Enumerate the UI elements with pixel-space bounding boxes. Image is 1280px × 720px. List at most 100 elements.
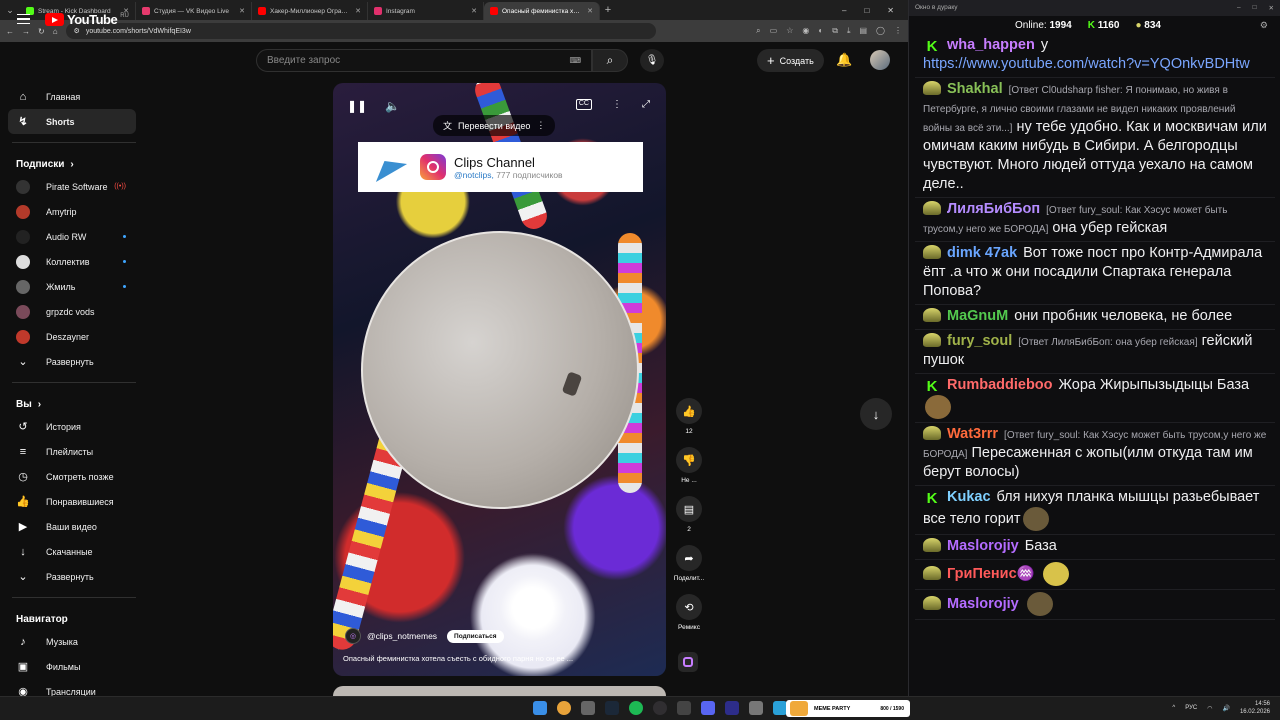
extension-icon[interactable]: ◐: [818, 26, 823, 36]
chat-username[interactable]: Rumbaddieboo: [947, 377, 1053, 393]
app-icon[interactable]: [677, 701, 691, 715]
remix-button[interactable]: ⟲: [676, 594, 702, 620]
spotify-icon[interactable]: [629, 701, 643, 715]
like-button[interactable]: 👍: [676, 398, 702, 424]
sidebar-item-главная[interactable]: ⌂ Главная: [0, 84, 140, 109]
clock[interactable]: 14:56 16.02.2026: [1240, 700, 1270, 716]
home-button-icon[interactable]: ⌂: [53, 27, 58, 36]
subscriptions-heading[interactable]: Подписки ›: [0, 149, 148, 174]
player-icon[interactable]: [725, 701, 739, 715]
captions-icon[interactable]: CC: [575, 99, 592, 110]
subscription-item[interactable]: Жмиль: [0, 274, 140, 299]
video-title[interactable]: Опасный феминистка хотела съесть с обидн…: [343, 654, 643, 663]
you-item[interactable]: ↓ Скачанные: [0, 539, 140, 564]
start-icon[interactable]: [533, 701, 547, 715]
keyboard-icon[interactable]: ⌨: [569, 56, 581, 65]
notifications-bell-icon[interactable]: 🔔: [836, 52, 852, 68]
close-icon[interactable]: ✕: [1269, 4, 1274, 12]
more-vert-icon[interactable]: ⋮: [536, 120, 545, 131]
chat-username[interactable]: ГриПенис♒: [947, 566, 1035, 582]
subscription-item[interactable]: Audio RW: [0, 224, 140, 249]
download-icon[interactable]: ⤓: [847, 26, 851, 36]
dislike-button[interactable]: 👎: [676, 447, 702, 473]
chat-settings-icon[interactable]: ⚙: [1260, 20, 1268, 31]
browser-tab[interactable]: Студия — VK Видео Live ✕: [136, 2, 252, 20]
chat-username[interactable]: MaGnuM: [947, 308, 1008, 324]
next-short-button[interactable]: ↓: [860, 398, 892, 430]
sidebar-icon[interactable]: ▤: [859, 26, 867, 36]
voice-search-button[interactable]: 🎙: [640, 49, 664, 72]
you-item[interactable]: ≡ Плейлисты: [0, 439, 140, 464]
subscription-item[interactable]: Amytrip: [0, 199, 140, 224]
chat-username[interactable]: ЛиляБибБоп: [947, 201, 1040, 217]
browser-tab[interactable]: Опасный феминистка хотел...✕: [484, 2, 600, 20]
chat-username[interactable]: wha_happen: [947, 37, 1035, 53]
you-item[interactable]: ↺ История: [0, 414, 140, 439]
new-tab-button[interactable]: +: [600, 4, 616, 16]
menu-icon[interactable]: ⋮: [894, 26, 902, 36]
fullscreen-icon[interactable]: ⤢: [642, 99, 650, 110]
extension-icon[interactable]: ◉: [802, 26, 809, 36]
search-input[interactable]: Введите запрос ⌨: [256, 49, 592, 72]
create-button[interactable]: + Создать: [757, 49, 824, 72]
chat-username[interactable]: dimk 47ak: [947, 245, 1017, 261]
chat-username[interactable]: Maslorojiy: [947, 538, 1019, 554]
minimize-icon[interactable]: –: [1237, 4, 1241, 12]
expand-you-button[interactable]: ⌄ Развернуть: [0, 564, 140, 589]
chat-username[interactable]: Shakhal: [947, 81, 1003, 97]
obs-icon[interactable]: [653, 701, 667, 715]
bookmark-star-icon[interactable]: ☆: [786, 26, 793, 36]
network-icon[interactable]: ◠: [1207, 705, 1212, 712]
discord-icon[interactable]: [701, 701, 715, 715]
more-options-icon[interactable]: ⋮: [612, 99, 622, 110]
volume-icon[interactable]: 🔈: [385, 99, 400, 113]
site-info-icon[interactable]: ⚙: [74, 27, 80, 35]
volume-tray-icon[interactable]: 🔊: [1222, 705, 1229, 712]
maximize-icon[interactable]: □: [864, 6, 869, 15]
tab-close-icon[interactable]: ✕: [471, 7, 477, 15]
navigator-item[interactable]: ◉ Трансляции: [0, 679, 140, 696]
channel-avatar[interactable]: ◎: [345, 628, 361, 644]
you-item[interactable]: 👍 Понравившиеся: [0, 489, 140, 514]
profile-icon[interactable]: ◯: [876, 26, 885, 36]
expand-subscriptions-button[interactable]: ⌄ Развернуть: [0, 349, 140, 374]
chat-link[interactable]: https://www.youtube.com/watch?v=YQOnkvBD…: [923, 56, 1250, 72]
forward-icon[interactable]: →: [22, 27, 30, 36]
app-icon[interactable]: [749, 701, 763, 715]
extensions-puzzle-icon[interactable]: ⧉: [832, 26, 838, 36]
chrome-icon[interactable]: [557, 701, 571, 715]
browser-tab[interactable]: Instagram ✕: [368, 2, 484, 20]
pause-icon[interactable]: ❚❚: [347, 99, 367, 113]
shorts-video-player[interactable]: ❚❚ 🔈 CC ⋮ ⤢ 文 Перевести видео ⋮ Clips Ch…: [333, 83, 666, 676]
translate-video-button[interactable]: 文 Перевести видео ⋮: [433, 115, 556, 136]
hamburger-menu-icon[interactable]: [17, 14, 30, 24]
chat-username[interactable]: Wat3rrr: [947, 426, 998, 442]
chat-username[interactable]: fury_soul: [947, 333, 1012, 349]
chat-username[interactable]: Kukac: [947, 489, 991, 505]
youtube-logo[interactable]: YouTube RU: [45, 12, 129, 27]
channel-name[interactable]: @clips_notmemes: [367, 631, 437, 641]
tray-chevron-icon[interactable]: ^: [1172, 705, 1175, 711]
search-button[interactable]: ⌕: [592, 49, 628, 72]
reload-icon[interactable]: ↻: [38, 27, 45, 36]
avatar[interactable]: [870, 50, 890, 70]
explorer-icon[interactable]: [581, 701, 595, 715]
navigator-item[interactable]: ▣ Фильмы: [0, 654, 140, 679]
browser-tab[interactable]: Хакер-Миллионер Ограбил Г...✕: [252, 2, 368, 20]
you-heading[interactable]: Вы ›: [0, 389, 148, 414]
subscription-item[interactable]: Pirate Software ((•)): [0, 174, 140, 199]
cast-icon[interactable]: ▭: [770, 26, 778, 36]
back-icon[interactable]: ←: [6, 27, 14, 36]
tab-close-icon[interactable]: ✕: [239, 7, 245, 15]
zoom-icon[interactable]: ⌕: [756, 26, 760, 36]
you-item[interactable]: ◷ Смотреть позже: [0, 464, 140, 489]
subscription-item[interactable]: Коллектив: [0, 249, 140, 274]
close-icon[interactable]: ✕: [887, 6, 894, 15]
language-indicator[interactable]: РУС: [1185, 705, 1197, 711]
telegram-taskbar-icon[interactable]: [773, 701, 787, 715]
meme-party-widget[interactable]: MEME PARTY 800 / 1590: [786, 700, 910, 717]
url-field[interactable]: ⚙ youtube.com/shorts/VdWhifqEI3w: [65, 23, 656, 39]
comments-button[interactable]: ▤: [676, 496, 702, 522]
share-button[interactable]: ➦: [676, 545, 702, 571]
steam-icon[interactable]: [605, 701, 619, 715]
